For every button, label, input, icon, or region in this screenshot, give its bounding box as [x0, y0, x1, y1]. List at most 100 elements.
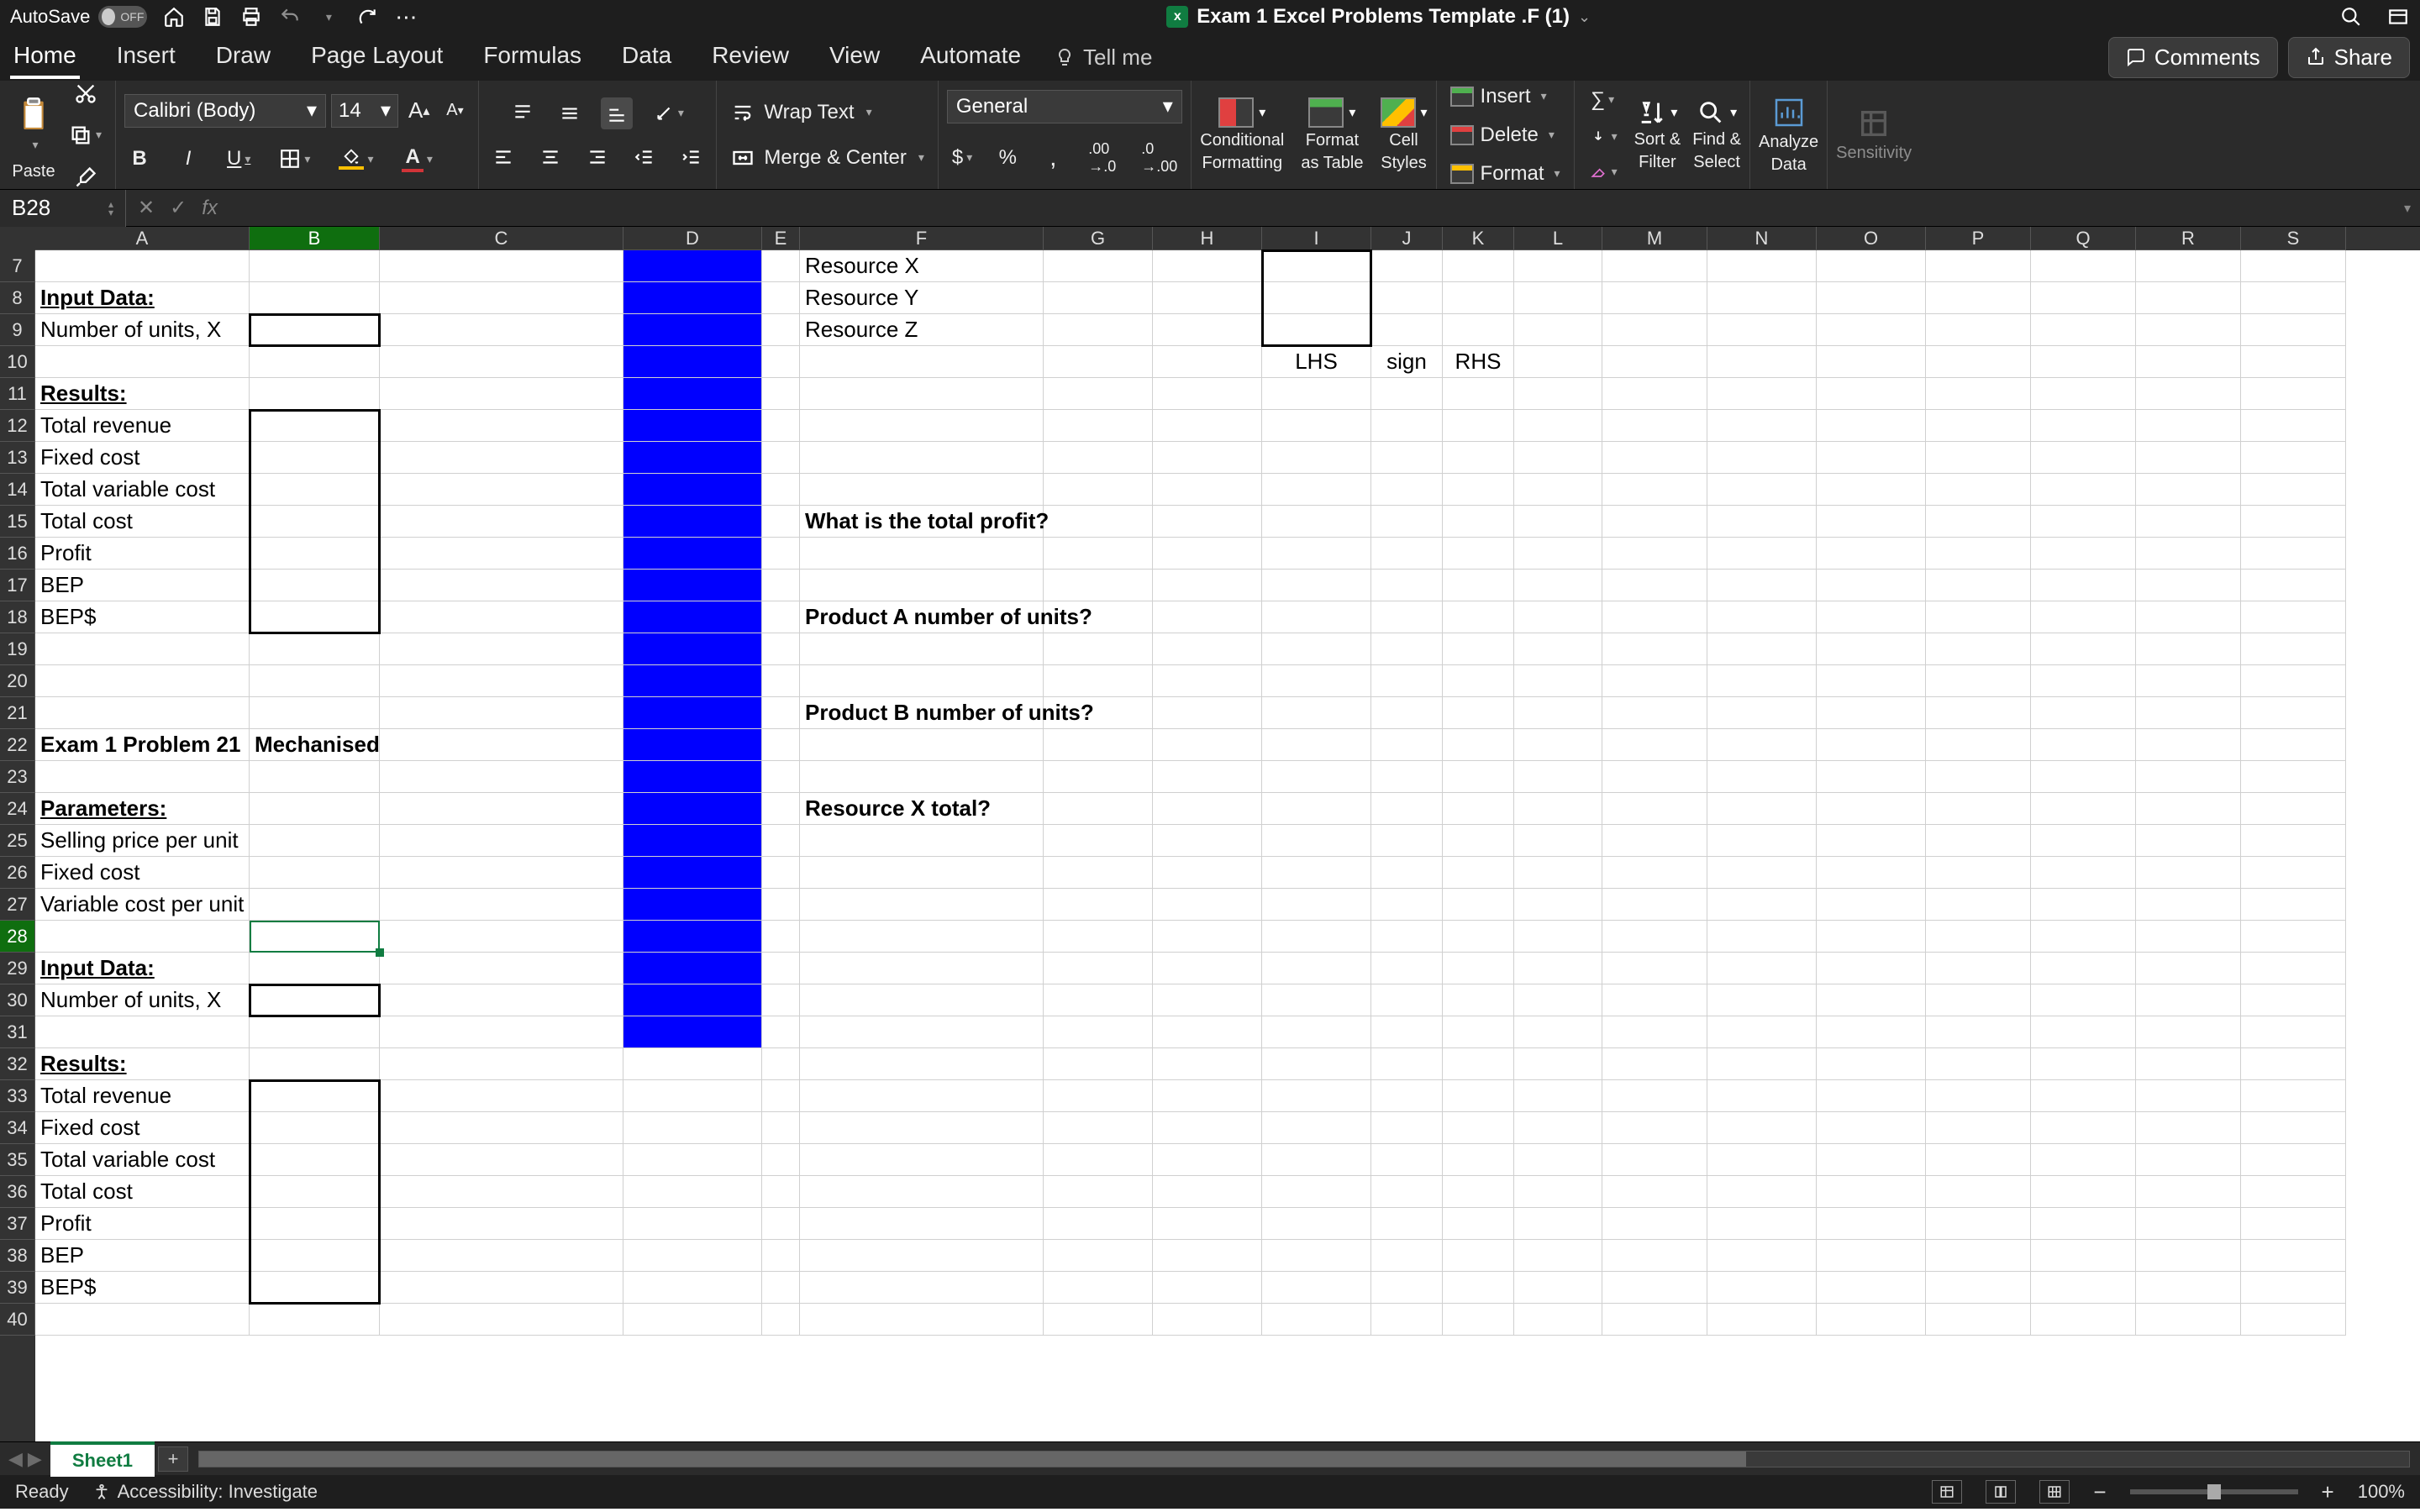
cell[interactable]	[1707, 1048, 1817, 1080]
cell[interactable]	[2241, 1144, 2346, 1176]
cell[interactable]	[1044, 793, 1153, 825]
tab-view[interactable]: View	[826, 35, 883, 79]
cell[interactable]	[1926, 1048, 2031, 1080]
cell[interactable]	[1707, 1080, 1817, 1112]
cell[interactable]	[380, 1208, 623, 1240]
cell[interactable]	[1926, 570, 2031, 601]
cell[interactable]	[762, 410, 800, 442]
cell[interactable]	[1443, 538, 1514, 570]
cell[interactable]	[1371, 697, 1443, 729]
cell[interactable]	[1707, 442, 1817, 474]
cell[interactable]	[1514, 282, 1602, 314]
cell[interactable]	[1602, 1176, 1707, 1208]
cell[interactable]	[1044, 633, 1153, 665]
cell[interactable]	[2136, 1304, 2241, 1336]
cell[interactable]	[380, 1016, 623, 1048]
cell[interactable]	[380, 601, 623, 633]
copy-button[interactable]: ▾	[64, 118, 107, 152]
cell[interactable]	[1817, 474, 1926, 506]
cell[interactable]	[1707, 1016, 1817, 1048]
cell[interactable]	[2241, 793, 2346, 825]
cell[interactable]	[1443, 984, 1514, 1016]
cell-A17[interactable]: BEP	[35, 570, 250, 601]
cell[interactable]	[1153, 1144, 1262, 1176]
cell[interactable]	[1044, 1272, 1153, 1304]
cell[interactable]	[2136, 378, 2241, 410]
align-right-button[interactable]	[581, 141, 613, 173]
cell[interactable]	[1602, 346, 1707, 378]
cell[interactable]	[1371, 314, 1443, 346]
cell[interactable]	[250, 442, 380, 474]
row-header-24[interactable]: 24	[0, 793, 35, 825]
align-bottom-button[interactable]	[601, 97, 633, 129]
cell[interactable]	[2136, 1272, 2241, 1304]
row-header-30[interactable]: 30	[0, 984, 35, 1016]
cell[interactable]	[1371, 633, 1443, 665]
fx-icon[interactable]: fx	[202, 197, 218, 220]
cell[interactable]	[1817, 953, 1926, 984]
cell[interactable]	[1707, 346, 1817, 378]
cell[interactable]	[800, 1112, 1044, 1144]
zoom-level[interactable]: 100%	[2358, 1481, 2405, 1503]
tell-me[interactable]: Tell me	[1055, 45, 1152, 71]
cell[interactable]	[2136, 697, 2241, 729]
col-header-K[interactable]: K	[1443, 227, 1514, 250]
cell[interactable]	[1926, 378, 2031, 410]
cell[interactable]	[1153, 506, 1262, 538]
cell[interactable]	[1262, 1144, 1371, 1176]
cell[interactable]	[2241, 1240, 2346, 1272]
cell[interactable]	[2031, 921, 2136, 953]
cell[interactable]	[800, 538, 1044, 570]
cell[interactable]	[623, 633, 762, 665]
cell[interactable]	[762, 633, 800, 665]
cell[interactable]	[1153, 793, 1262, 825]
cell[interactable]	[762, 729, 800, 761]
cell[interactable]	[762, 697, 800, 729]
cell[interactable]	[1602, 282, 1707, 314]
cell[interactable]	[1817, 1112, 1926, 1144]
cell[interactable]	[623, 793, 762, 825]
cell[interactable]	[1707, 1304, 1817, 1336]
cell-F18[interactable]: Product A number of units?	[800, 601, 1044, 633]
row-header-13[interactable]: 13	[0, 442, 35, 474]
merge-center-button[interactable]: Merge & Center▾	[725, 141, 929, 175]
cell[interactable]	[800, 1016, 1044, 1048]
cell[interactable]	[2031, 953, 2136, 984]
cell[interactable]	[1926, 761, 2031, 793]
col-header-R[interactable]: R	[2136, 227, 2241, 250]
cell-A25[interactable]: Selling price per unit	[35, 825, 250, 857]
cell[interactable]	[2031, 1304, 2136, 1336]
cell[interactable]	[1044, 953, 1153, 984]
cell[interactable]	[762, 1048, 800, 1080]
cell[interactable]	[1602, 601, 1707, 633]
cell[interactable]	[1817, 378, 1926, 410]
autosave-switch[interactable]: OFF	[98, 6, 147, 28]
cell[interactable]	[1514, 921, 1602, 953]
row-header-28[interactable]: 28	[0, 921, 35, 953]
cell[interactable]	[2031, 1016, 2136, 1048]
cell[interactable]	[250, 314, 380, 346]
cell[interactable]	[1262, 378, 1371, 410]
cell[interactable]	[1044, 1048, 1153, 1080]
autosum-button[interactable]: ∑▾	[1586, 83, 1619, 117]
cell[interactable]	[1514, 665, 1602, 697]
fill-button[interactable]: ▾	[1583, 122, 1623, 152]
cell[interactable]	[1817, 793, 1926, 825]
cell[interactable]	[623, 1144, 762, 1176]
cell[interactable]	[1514, 1272, 1602, 1304]
cell[interactable]	[1044, 1176, 1153, 1208]
cell[interactable]	[800, 474, 1044, 506]
cell-F7[interactable]: Resource X	[800, 250, 1044, 282]
cell-A9[interactable]: Number of units, X	[35, 314, 250, 346]
print-icon[interactable]	[239, 5, 263, 29]
cell[interactable]	[1817, 1272, 1926, 1304]
cell[interactable]	[250, 1176, 380, 1208]
row-header-23[interactable]: 23	[0, 761, 35, 793]
cell[interactable]	[1926, 697, 2031, 729]
cell[interactable]	[1443, 729, 1514, 761]
col-header-C[interactable]: C	[380, 227, 623, 250]
cell[interactable]	[623, 1112, 762, 1144]
cell[interactable]	[2241, 921, 2346, 953]
cell[interactable]	[1926, 633, 2031, 665]
cell[interactable]	[762, 1016, 800, 1048]
